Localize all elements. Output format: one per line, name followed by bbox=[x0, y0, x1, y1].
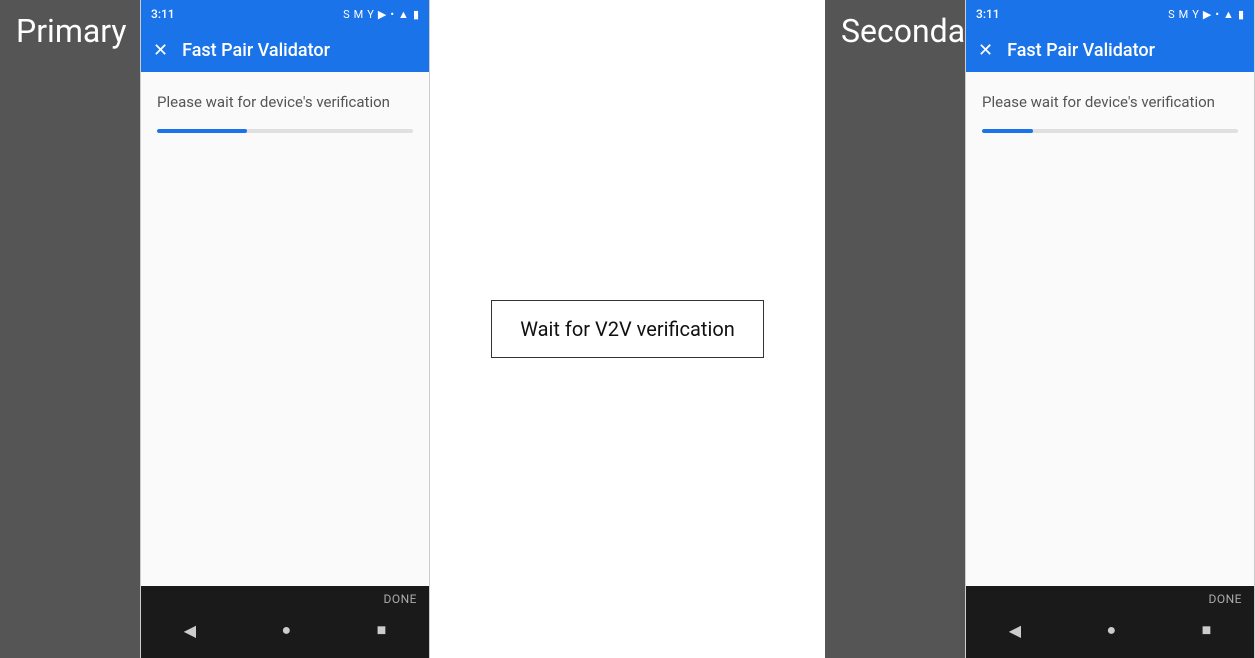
primary-label: Primary bbox=[16, 12, 127, 50]
secondary-content: Please wait for device's verification bbox=[966, 72, 1254, 586]
secondary-msg-icon: M bbox=[1179, 8, 1189, 21]
primary-sim-icon: S bbox=[343, 8, 350, 21]
primary-battery-icon: ▮ bbox=[413, 8, 419, 21]
v2v-verification-box: Wait for V2V verification bbox=[491, 300, 764, 358]
primary-verification-text: Please wait for device's verification bbox=[157, 92, 413, 113]
primary-label-panel: Primary bbox=[0, 0, 140, 658]
primary-close-icon[interactable]: ✕ bbox=[153, 40, 168, 61]
primary-status-icons: S M Y ▶ • ▲ ▮ bbox=[343, 8, 419, 21]
secondary-phone: 3:11 S M Y ▶ • ▲ ▮ ✕ Fast Pair Validator… bbox=[965, 0, 1255, 658]
secondary-dot-icon: • bbox=[1215, 8, 1219, 21]
primary-done-row: DONE bbox=[141, 586, 429, 608]
secondary-wifi-icon: ▲ bbox=[1223, 8, 1234, 21]
primary-content: Please wait for device's verification bbox=[141, 72, 429, 586]
primary-wifi-icon: ▲ bbox=[398, 8, 409, 21]
center-spacer: Wait for V2V verification bbox=[430, 0, 825, 658]
v2v-verification-text: Wait for V2V verification bbox=[520, 317, 735, 341]
secondary-status-icons: S M Y ▶ • ▲ ▮ bbox=[1168, 8, 1244, 21]
secondary-time: 3:11 bbox=[976, 7, 1000, 21]
secondary-label-panel: Secondary bbox=[825, 0, 965, 658]
secondary-done-row: DONE bbox=[966, 586, 1254, 608]
primary-home-button[interactable]: ● bbox=[281, 620, 291, 640]
primary-middle-area bbox=[157, 153, 413, 586]
secondary-sim-icon: S bbox=[1168, 8, 1175, 21]
secondary-back-button[interactable]: ◀ bbox=[1009, 621, 1021, 640]
primary-vol-icon: Y bbox=[367, 8, 374, 21]
primary-nav-bar: DONE ◀ ● ■ bbox=[141, 586, 429, 658]
primary-play-icon: ▶ bbox=[378, 8, 386, 21]
primary-status-bar: 3:11 S M Y ▶ • ▲ ▮ bbox=[141, 0, 429, 28]
secondary-vol-icon: Y bbox=[1192, 8, 1199, 21]
primary-back-button[interactable]: ◀ bbox=[184, 621, 196, 640]
primary-app-bar: ✕ Fast Pair Validator bbox=[141, 28, 429, 72]
primary-progress-fill bbox=[157, 129, 247, 133]
primary-dot-icon: • bbox=[390, 8, 394, 21]
primary-progress-bar bbox=[157, 129, 413, 133]
secondary-nav-bar: DONE ◀ ● ■ bbox=[966, 586, 1254, 658]
secondary-nav-buttons: ◀ ● ■ bbox=[966, 608, 1254, 658]
primary-phone: 3:11 S M Y ▶ • ▲ ▮ ✕ Fast Pair Validator… bbox=[140, 0, 430, 658]
primary-nav-buttons: ◀ ● ■ bbox=[141, 608, 429, 658]
primary-app-title: Fast Pair Validator bbox=[182, 40, 330, 61]
secondary-recents-button[interactable]: ■ bbox=[1202, 620, 1212, 640]
primary-done-label[interactable]: DONE bbox=[383, 592, 417, 606]
secondary-play-icon: ▶ bbox=[1203, 8, 1211, 21]
secondary-close-icon[interactable]: ✕ bbox=[978, 40, 993, 61]
secondary-progress-bar bbox=[982, 129, 1238, 133]
secondary-status-bar: 3:11 S M Y ▶ • ▲ ▮ bbox=[966, 0, 1254, 28]
secondary-verification-text: Please wait for device's verification bbox=[982, 92, 1238, 113]
secondary-home-button[interactable]: ● bbox=[1106, 620, 1116, 640]
secondary-done-label[interactable]: DONE bbox=[1208, 592, 1242, 606]
secondary-middle-area bbox=[982, 153, 1238, 586]
secondary-app-title: Fast Pair Validator bbox=[1007, 40, 1155, 61]
primary-msg-icon: M bbox=[354, 8, 364, 21]
secondary-app-bar: ✕ Fast Pair Validator bbox=[966, 28, 1254, 72]
secondary-progress-fill bbox=[982, 129, 1033, 133]
primary-recents-button[interactable]: ■ bbox=[377, 620, 387, 640]
secondary-battery-icon: ▮ bbox=[1238, 8, 1244, 21]
primary-time: 3:11 bbox=[151, 7, 175, 21]
